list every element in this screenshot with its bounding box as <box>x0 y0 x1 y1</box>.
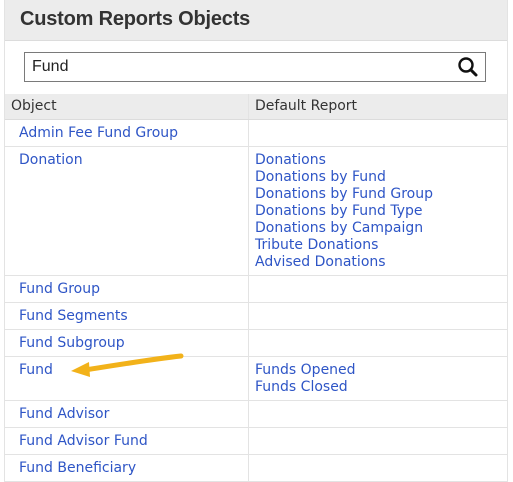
page-title: Custom Reports Objects <box>20 8 251 30</box>
default-report-cell: Donations Donations by Fund Donations by F… <box>249 147 507 275</box>
object-link[interactable]: Fund Group <box>19 281 248 298</box>
default-report-cell: Funds Opened Funds Closed <box>249 357 507 400</box>
object-link[interactable]: Admin Fee Fund Group <box>19 125 248 142</box>
table-row: Fund Advisor Fund <box>5 428 507 455</box>
report-link[interactable]: Funds Closed <box>255 379 507 396</box>
report-link[interactable]: Funds Opened <box>255 362 507 379</box>
object-cell: Fund Beneficiary <box>5 455 249 481</box>
report-link[interactable]: Advised Donations <box>255 254 507 271</box>
table-row: Fund Advisor <box>5 401 507 428</box>
arrow-annotation <box>71 353 184 377</box>
default-report-cell <box>249 401 507 427</box>
title-bar: Custom Reports Objects <box>5 0 507 41</box>
default-report-cell <box>249 303 507 329</box>
default-report-cell <box>249 455 507 481</box>
object-cell: Fund Segments <box>5 303 249 329</box>
object-link[interactable]: Fund Segments <box>19 308 248 325</box>
object-cell: Admin Fee Fund Group <box>5 120 249 146</box>
table-body: Admin Fee Fund Group Donation Donations Don… <box>5 120 507 482</box>
object-link[interactable]: Fund Advisor <box>19 406 248 423</box>
object-link[interactable]: Donation <box>19 152 248 169</box>
object-link[interactable]: Fund Beneficiary <box>19 460 248 477</box>
default-report-cell <box>249 120 507 146</box>
objects-table: Object Default Report Admin Fee Fund Gro… <box>5 94 507 482</box>
table-row: Donation Donations Donations by Fund Donati… <box>5 147 507 276</box>
report-link[interactable]: Donations by Fund <box>255 169 507 186</box>
search-box <box>24 52 486 82</box>
table-header: Object Default Report <box>5 94 507 120</box>
column-header-default-report: Default Report <box>255 98 358 114</box>
report-link[interactable]: Donations by Fund Type <box>255 203 507 220</box>
default-report-cell <box>249 330 507 356</box>
object-cell: Donation <box>5 147 249 275</box>
object-cell: Fund Advisor Fund <box>5 428 249 454</box>
object-cell: Fund Advisor <box>5 401 249 427</box>
report-link[interactable]: Tribute Donations <box>255 237 507 254</box>
table-row: Fund Beneficiary <box>5 455 507 482</box>
object-cell: Fund Group <box>5 276 249 302</box>
report-link[interactable]: Donations by Campaign <box>255 220 507 237</box>
object-link[interactable]: Fund Advisor Fund <box>19 433 248 450</box>
default-report-cell <box>249 276 507 302</box>
search-icon[interactable] <box>455 55 481 79</box>
table-row: Admin Fee Fund Group <box>5 120 507 147</box>
custom-reports-panel: Custom Reports Objects Object Default Re… <box>4 0 508 482</box>
search-input[interactable] <box>25 53 445 81</box>
table-row: Fund Segments <box>5 303 507 330</box>
default-report-cell <box>249 428 507 454</box>
report-link[interactable]: Donations <box>255 152 507 169</box>
column-header-object: Object <box>5 94 249 119</box>
report-link[interactable]: Donations by Fund Group <box>255 186 507 203</box>
table-row: Fund Group <box>5 276 507 303</box>
